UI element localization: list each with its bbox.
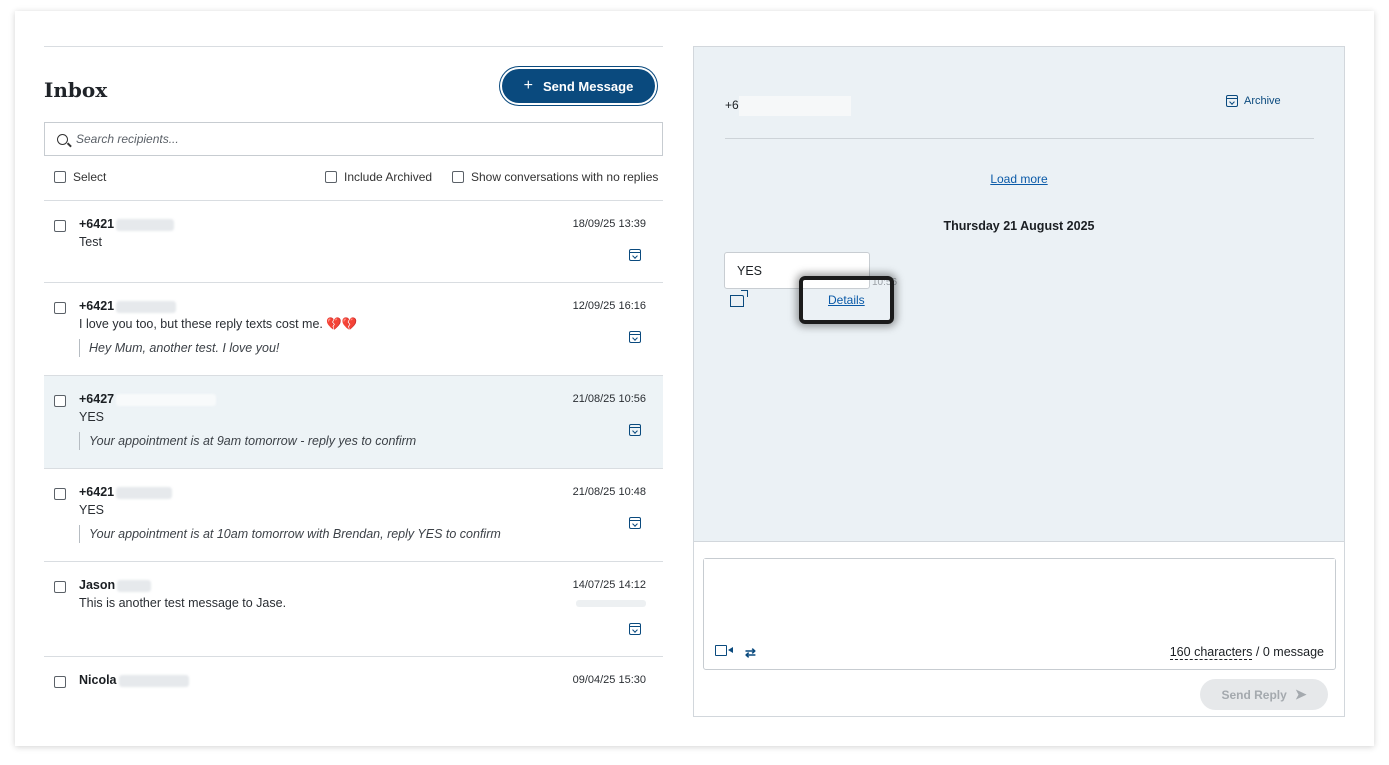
redacted-number bbox=[576, 600, 646, 607]
conversation-time: 09/04/25 15:30 bbox=[572, 674, 646, 686]
conversation-time: 14/07/25 14:12 bbox=[572, 579, 646, 591]
reply-composer: ⇄ 160 characters / 0 message bbox=[703, 558, 1336, 670]
conversation-name: +6421 bbox=[79, 217, 115, 231]
filters-row: Select Include Archived Show conversatio… bbox=[44, 170, 663, 186]
search-icon bbox=[57, 133, 68, 145]
select-all-checkbox[interactable] bbox=[54, 171, 66, 183]
conversation-checkbox[interactable] bbox=[54, 395, 66, 407]
link-icon[interactable]: ⇄ bbox=[745, 645, 756, 661]
select-all-label: Select bbox=[73, 170, 107, 184]
search-input[interactable] bbox=[76, 132, 616, 146]
conversation-checkbox[interactable] bbox=[54, 581, 66, 593]
send-reply-label: Send Reply bbox=[1221, 687, 1287, 702]
send-message-label: Send Message bbox=[543, 78, 634, 94]
send-arrow-icon: ➤ bbox=[1294, 686, 1307, 702]
conversation-time: 21/08/25 10:48 bbox=[572, 486, 646, 498]
plus-icon: + bbox=[523, 77, 533, 94]
conversation-checkbox[interactable] bbox=[54, 488, 66, 500]
show-no-replies-checkbox[interactable] bbox=[452, 171, 464, 183]
thread-phone: +6 bbox=[725, 98, 739, 113]
characters-count: 160 characters bbox=[1169, 645, 1253, 660]
archive-icon[interactable] bbox=[629, 623, 641, 635]
include-archived-label: Include Archived bbox=[344, 170, 433, 184]
conversation-message: YES bbox=[79, 410, 105, 424]
send-message-button[interactable]: + Send Message bbox=[502, 69, 655, 103]
date-heading: Thursday 21 August 2025 bbox=[943, 219, 1095, 233]
conversation-quote: Your appointment is at 9am tomorrow - re… bbox=[79, 432, 416, 450]
redacted-number bbox=[738, 96, 851, 116]
include-archived[interactable]: Include Archived bbox=[325, 170, 432, 184]
archive-button[interactable]: Archive bbox=[1226, 95, 1281, 107]
details-link[interactable]: Details bbox=[828, 293, 865, 307]
archive-label: Archive bbox=[1244, 95, 1281, 107]
conversation-quote: Hey Mum, another test. I love you! bbox=[79, 339, 279, 357]
conversation-message: Test bbox=[79, 235, 102, 249]
conversation-item[interactable]: Jason This is another test message to Ja… bbox=[44, 561, 663, 656]
conversation-item[interactable]: +6421 Test 18/09/25 13:39 bbox=[44, 200, 663, 282]
redacted-number bbox=[116, 486, 173, 499]
select-all[interactable]: Select bbox=[54, 170, 106, 184]
conversation-time: 21/08/25 10:56 bbox=[572, 393, 646, 405]
redacted-number bbox=[116, 393, 217, 406]
conversation-quote: Your appointment is at 10am tomorrow wit… bbox=[79, 525, 501, 543]
reply-icon[interactable] bbox=[730, 290, 748, 307]
archive-icon[interactable] bbox=[629, 424, 641, 436]
search-box[interactable] bbox=[44, 122, 663, 156]
conversation-item[interactable]: +6421 I love you too, but these reply te… bbox=[44, 282, 663, 375]
video-icon[interactable] bbox=[715, 645, 733, 656]
conversation-name: +6427 bbox=[79, 392, 115, 406]
conversation-time: 12/09/25 16:16 bbox=[572, 300, 646, 312]
redacted-number bbox=[116, 218, 175, 231]
conversation-message: This is another test message to Jase. bbox=[79, 596, 287, 610]
conversation-checkbox[interactable] bbox=[54, 302, 66, 314]
conversation-message: YES bbox=[79, 503, 105, 517]
conversation-checkbox[interactable] bbox=[54, 676, 66, 688]
conversation-name: +6421 bbox=[79, 485, 115, 499]
show-no-replies-label: Show conversations with no replies bbox=[471, 170, 659, 184]
redacted-number bbox=[116, 300, 177, 313]
character-counter: 160 characters / 0 message bbox=[1169, 645, 1324, 660]
conversation-checkbox[interactable] bbox=[54, 220, 66, 232]
redacted-name bbox=[117, 579, 152, 592]
conversation-panel: +6 Archive Load more Thursday 21 August … bbox=[693, 46, 1345, 717]
conversation-item[interactable]: +6421 YES Your appointment is at 10am to… bbox=[44, 468, 663, 561]
conversation-time: 18/09/25 13:39 bbox=[572, 218, 646, 230]
archive-icon bbox=[1226, 95, 1238, 107]
load-more-link[interactable]: Load more bbox=[694, 172, 1344, 186]
archive-icon[interactable] bbox=[629, 249, 641, 261]
inbox-title: Inbox bbox=[44, 78, 108, 102]
reply-textarea[interactable] bbox=[704, 559, 1335, 634]
conversation-item[interactable]: Nicola 09/04/25 15:30 bbox=[44, 656, 663, 716]
send-reply-button[interactable]: Send Reply ➤ bbox=[1200, 679, 1328, 710]
include-archived-checkbox[interactable] bbox=[325, 171, 337, 183]
conversation-item-active[interactable]: +6427 YES Your appointment is at 9am tom… bbox=[44, 375, 663, 468]
divider bbox=[725, 138, 1314, 139]
archive-icon[interactable] bbox=[629, 331, 641, 343]
conversation-name: Nicola bbox=[79, 673, 117, 687]
conversation-name: Jason bbox=[79, 578, 116, 592]
message-count: / 0 message bbox=[1255, 645, 1324, 659]
conversation-message: I love you too, but these reply texts co… bbox=[79, 317, 358, 331]
archive-icon[interactable] bbox=[629, 517, 641, 529]
message-thread: +6 Archive Load more Thursday 21 August … bbox=[694, 47, 1344, 542]
redacted-name bbox=[118, 674, 189, 687]
show-no-replies[interactable]: Show conversations with no replies bbox=[452, 170, 658, 184]
conversation-name: +6421 bbox=[79, 299, 115, 313]
